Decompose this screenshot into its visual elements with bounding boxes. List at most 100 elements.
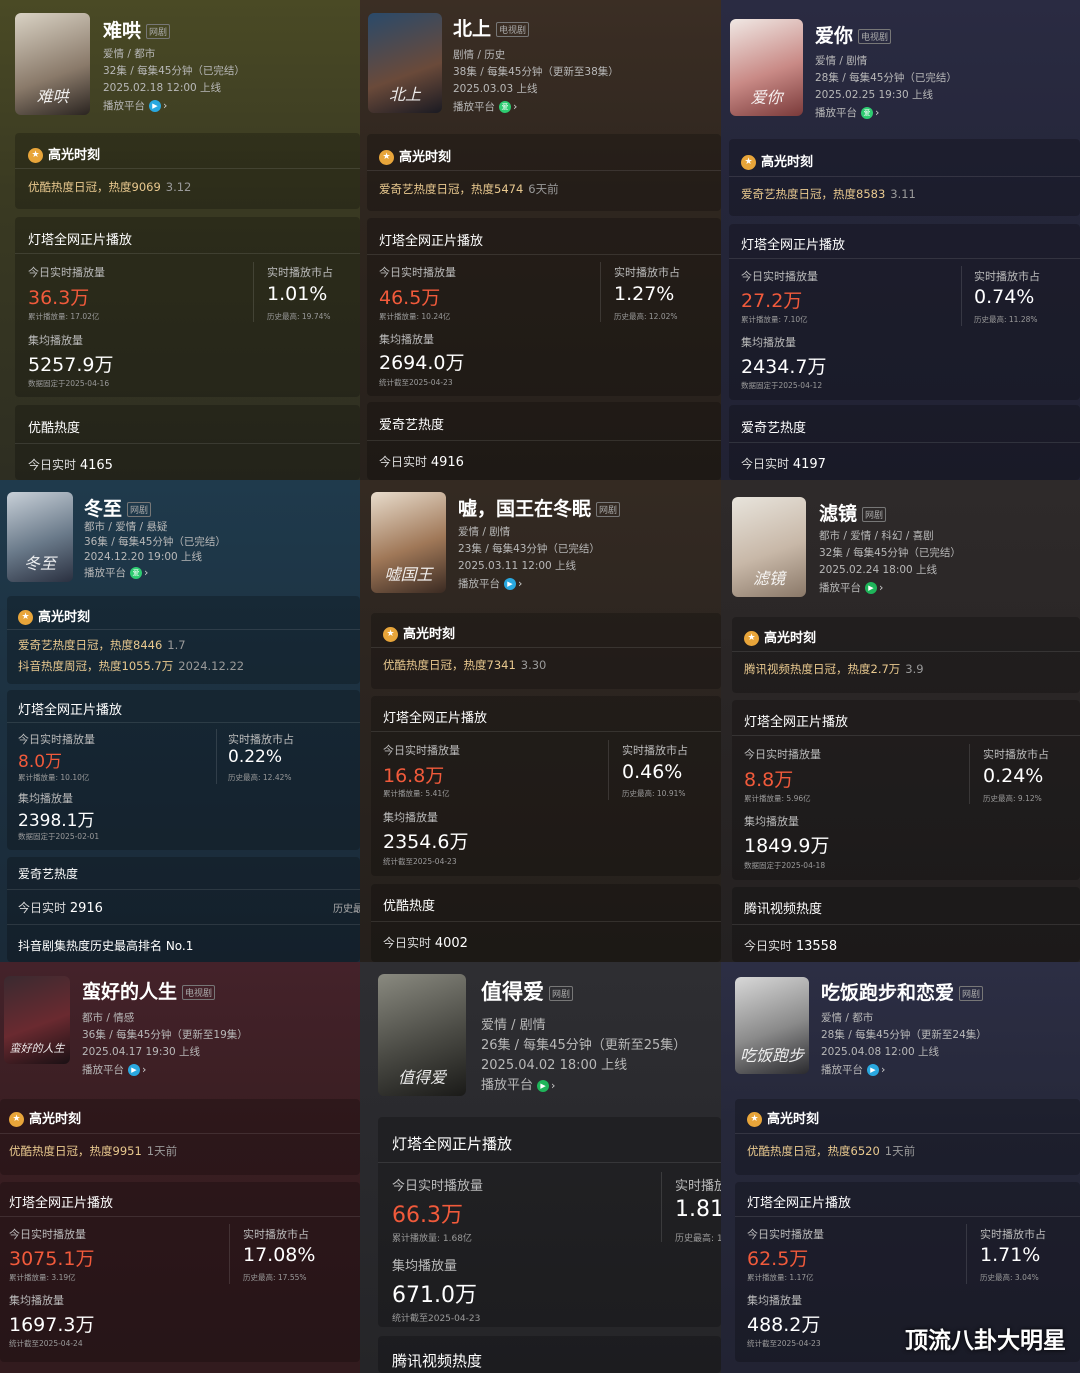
today-plays: 8.0万: [18, 752, 63, 772]
poster-image: 值得爱: [378, 974, 466, 1096]
highlight-item: 爱奇艺热度日冠，热度8583 3.11: [741, 187, 916, 201]
highlight-title: ★ 高光时刻: [18, 606, 90, 625]
drama-card-chifan[interactable]: 吃饭跑步 吃饭跑步和恋爱 网剧 爱情 / 都市 28集 / 每集45分钟（更新至24…: [721, 962, 1080, 1373]
highlight-item: 优酷热度日冠，热度9069 3.12: [28, 180, 192, 194]
youku-icon: ▶: [128, 1064, 140, 1076]
highlight-item: 爱奇艺热度日冠，热度5474 6天前: [379, 182, 559, 196]
drama-card-zhideai[interactable]: 值得爱 值得爱 网剧 爱情 / 剧情 26集 / 每集45分钟（更新至25集） 202…: [360, 962, 721, 1373]
today-plays: 36.3万: [28, 287, 90, 309]
avg-note: 统计截至2025-04-23: [379, 378, 453, 387]
today-plays: 8.8万: [744, 769, 794, 791]
youku-icon: ▶: [149, 100, 161, 112]
heat-today: 今日实时 4165: [28, 458, 113, 473]
heat-today: 今日实时 4197: [741, 457, 826, 472]
avg-plays: 2354.6万: [383, 831, 469, 853]
today-label: 今日实时播放量: [744, 748, 821, 761]
medal-icon: ★: [28, 148, 43, 163]
heat-today: 今日实时 4916: [379, 455, 464, 470]
drama-title[interactable]: 冬至 网剧: [84, 494, 152, 521]
poster-image: 难哄: [15, 13, 90, 115]
highlight-item: 腾讯视频热度日冠，热度2.7万 3.9: [744, 662, 924, 676]
drama-title[interactable]: 难哄 网剧: [103, 16, 171, 43]
drama-card-nanhong[interactable]: 难哄 难哄 网剧 爱情 / 都市 32集 / 每集45分钟（已完结） 2025.02.…: [0, 0, 360, 480]
type-tag: 网剧: [959, 986, 984, 1001]
share-value: 17.08%: [243, 1244, 316, 1266]
platform-link[interactable]: 播放平台 ▶ ›: [481, 1076, 686, 1096]
platform-link[interactable]: 播放平台爱 ›: [453, 98, 619, 116]
avg-label: 集均播放量: [18, 792, 73, 805]
platform-link[interactable]: 播放平台 ▶ ›: [821, 1061, 987, 1079]
platform-link[interactable]: 播放平台 ▶ ›: [82, 1061, 248, 1079]
heat-today: 今日实时 13558: [744, 939, 838, 954]
tencent-video-icon: ▶: [865, 582, 877, 594]
drama-card-manhao[interactable]: 蛮好的人生 蛮好的人生 电视剧 都市 / 情感 36集 / 每集45分钟（更新至19…: [0, 962, 360, 1373]
heat-title: 爱奇艺热度: [18, 867, 79, 881]
avg-plays: 5257.9万: [28, 354, 114, 376]
heat-title: 优酷热度: [383, 899, 436, 914]
drama-title[interactable]: 吃饭跑步和恋爱 网剧: [821, 978, 984, 1005]
avg-note: 统计截至2025-04-24: [9, 1339, 83, 1348]
dengta-title: 灯塔全网正片播放: [18, 703, 123, 718]
drama-card-beishang[interactable]: 北上 北上 电视剧 剧情 / 历史 38集 / 每集45分钟（更新至38集） 2025…: [360, 0, 721, 480]
platform-link[interactable]: 播放平台 ▶ ›: [819, 579, 961, 597]
heat-title: 腾讯视频热度: [392, 1352, 483, 1370]
share-label: 实时播放市占: [974, 270, 1040, 283]
type-tag: 网剧: [549, 985, 574, 1001]
drama-title[interactable]: 爱你 电视剧: [815, 21, 892, 48]
drama-card-dongzhi[interactable]: 冬至 冬至 网剧 都市 / 爱情 / 悬疑 36集 / 每集45分钟（已完结） 202…: [0, 480, 360, 962]
today-plays: 3075.1万: [9, 1248, 95, 1270]
drama-meta: 爱情 / 剧情 28集 / 每集45分钟（已完结） 2025.02.25 19:30…: [815, 53, 957, 122]
today-plays: 16.8万: [383, 765, 445, 787]
share-peak: 历史最高: 11.28%: [974, 315, 1038, 324]
total-plays: 累计播放量: 1.68亿: [392, 1234, 472, 1244]
total-plays: 累计播放量: 1.17亿: [747, 1273, 814, 1282]
tencent-video-icon: ▶: [537, 1079, 550, 1092]
drama-title[interactable]: 蛮好的人生 电视剧: [82, 977, 216, 1004]
heat-title: 腾讯视频热度: [744, 902, 823, 917]
iqiyi-icon: 爱: [499, 101, 511, 113]
chevron-right-icon: ›: [881, 1063, 886, 1076]
platform-link[interactable]: 播放平台 ▶ ›: [103, 97, 245, 115]
share-label: 实时播放市占: [243, 1228, 309, 1241]
drama-card-xu-guowang[interactable]: 嘘国王 嘘，国王在冬眠 网剧 爱情 / 剧情 23集 / 每集43分钟（已完结） 20…: [360, 480, 721, 962]
platform-link[interactable]: 播放平台爱 ›: [84, 565, 226, 581]
share-peak: 历史最高: 3.04%: [980, 1273, 1039, 1282]
chevron-right-icon: ›: [551, 1079, 556, 1092]
platform-link[interactable]: 播放平台 ▶ ›: [458, 575, 600, 593]
drama-title[interactable]: 值得爱 网剧: [481, 976, 574, 1006]
medal-icon: ★: [741, 155, 756, 170]
dengta-title: 灯塔全网正片播放: [392, 1135, 513, 1153]
chevron-right-icon: ›: [163, 99, 168, 112]
share-peak: 历史最高: 1: [675, 1234, 721, 1244]
avg-plays: 2434.7万: [741, 356, 827, 378]
share-label: 实时播放市占: [980, 1228, 1046, 1241]
platform-link[interactable]: 播放平台爱 ›: [815, 104, 957, 122]
total-plays: 累计播放量: 10.24亿: [379, 312, 451, 321]
share-peak: 历史最高: 17.55%: [243, 1273, 307, 1282]
poster-image: 北上: [368, 13, 442, 113]
dengta-title: 灯塔全网正片播放: [379, 234, 484, 249]
share-peak: 历史最高: 12.42%: [228, 773, 292, 782]
share-value: 1.27%: [614, 283, 675, 305]
highlight-title: ★ 高光时刻: [383, 623, 455, 642]
medal-icon: ★: [18, 610, 33, 625]
drama-card-lvjing[interactable]: 滤镜 滤镜 网剧 都市 / 爱情 / 科幻 / 喜剧 32集 / 每集45分钟（已完…: [721, 480, 1080, 962]
drama-title[interactable]: 北上 电视剧: [453, 14, 530, 41]
drama-card-aini[interactable]: 爱你 爱你 电视剧 爱情 / 剧情 28集 / 每集45分钟（已完结） 2025.02…: [721, 0, 1080, 480]
avg-plays: 671.0万: [392, 1283, 477, 1308]
douyin-rank: 抖音剧集热度历史最高排名 No.1: [18, 939, 194, 953]
drama-meta: 剧情 / 历史 38集 / 每集45分钟（更新至38集） 2025.03.03 上线…: [453, 47, 619, 116]
poster-image: 嘘国王: [371, 492, 446, 593]
dengta-title: 灯塔全网正片播放: [744, 715, 849, 730]
highlight-title: ★ 高光时刻: [744, 627, 816, 646]
drama-title[interactable]: 滤镜 网剧: [819, 499, 887, 526]
share-label: 实时播放市占: [267, 266, 333, 279]
drama-title[interactable]: 嘘，国王在冬眠 网剧: [458, 494, 621, 521]
type-tag: 网剧: [862, 507, 887, 522]
share-label: 实时播放市占: [983, 748, 1049, 761]
type-tag: 电视剧: [496, 22, 530, 37]
chevron-right-icon: ›: [875, 106, 880, 119]
youku-icon: ▶: [867, 1064, 879, 1076]
heat-title: 爱奇艺热度: [379, 418, 445, 433]
avg-label: 集均播放量: [392, 1259, 458, 1274]
